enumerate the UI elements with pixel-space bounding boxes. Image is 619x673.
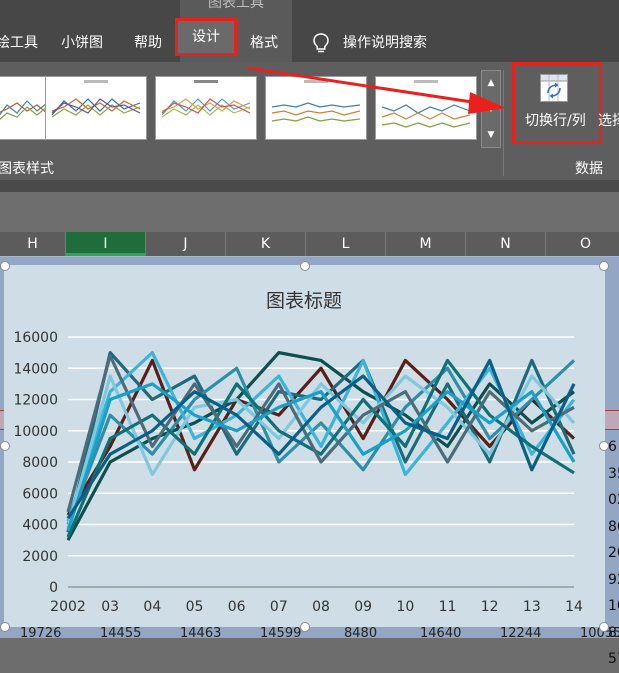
annotation-arrow — [247, 66, 506, 114]
y-tick-label: 0 — [49, 580, 58, 596]
x-tick-label: 04 — [143, 599, 161, 615]
column-header-m[interactable]: M — [386, 232, 466, 256]
chart-title[interactable]: 图表标题 — [266, 290, 342, 312]
y-tick-label: 16000 — [13, 330, 58, 346]
cell-value: 35 — [608, 465, 619, 482]
bottom-cell-value: 14599 — [260, 626, 302, 641]
sheet-top-area — [0, 192, 619, 232]
x-tick-label: 06 — [228, 599, 246, 615]
column-header-o[interactable]: O — [546, 232, 619, 256]
bottom-cell-value: 14463 — [180, 626, 222, 641]
column-header-row: H I J K L M N O — [0, 232, 619, 256]
x-tick-label: 09 — [354, 599, 372, 615]
formula-bar-area — [0, 180, 619, 192]
chart-canvas: 图表标题 2002 03 04 05 06 07 08 09 10 11 12 13 14 0 2000 4… — [13, 290, 583, 615]
cell-value: 92 — [608, 571, 619, 588]
column-header-h[interactable]: H — [0, 232, 66, 256]
chart-resize-handle[interactable] — [0, 441, 10, 451]
x-tick-label: 05 — [186, 599, 204, 615]
line-chart[interactable]: 图表标题 2002 03 04 05 06 07 08 09 10 11 12 13 14 0 2000 4… — [4, 265, 605, 627]
chart-resize-handle[interactable] — [599, 261, 609, 271]
chart-resize-handle[interactable] — [300, 622, 310, 632]
x-tick-label: 08 — [312, 599, 330, 615]
y-tick-label: 10000 — [13, 424, 58, 440]
y-tick-label: 6000 — [22, 486, 58, 502]
y-tick-label: 14000 — [13, 361, 58, 377]
chart-resize-handle[interactable] — [0, 622, 10, 632]
column-header-j[interactable]: J — [146, 232, 226, 256]
bottom-cell-value: 14640 — [420, 626, 462, 641]
chart-resize-handle[interactable] — [0, 261, 10, 271]
x-tick-label: 07 — [270, 599, 288, 615]
column-header-l[interactable]: L — [306, 232, 386, 256]
cell-value: 10 — [608, 598, 619, 614]
cell-value: 86 — [608, 518, 619, 535]
bottom-cell-value: 14455 — [100, 626, 142, 641]
chart-resize-handle[interactable] — [599, 441, 609, 451]
x-tick-label: 12 — [481, 599, 499, 615]
cell-value: 57 — [608, 651, 619, 667]
x-tick-label: 2002 — [50, 599, 86, 615]
column-header-k[interactable]: K — [226, 232, 306, 256]
cell-value: 6 — [608, 439, 617, 455]
chart-resize-handle[interactable] — [300, 261, 310, 271]
cell-value: 02 — [608, 492, 619, 508]
y-tick-label: 4000 — [22, 518, 58, 534]
x-tick-label: 03 — [101, 599, 119, 615]
bottom-cell-value: 19726 — [20, 626, 62, 641]
y-tick-label: 12000 — [13, 393, 58, 409]
y-tick-label: 8000 — [22, 455, 58, 471]
bottom-cell-value: 12244 — [500, 626, 542, 641]
column-header-i[interactable]: I — [66, 232, 146, 256]
y-tick-label: 2000 — [22, 549, 58, 565]
x-tick-label: 14 — [565, 599, 583, 615]
chart-resize-handle[interactable] — [599, 622, 609, 632]
grid-row-line — [0, 256, 619, 257]
bottom-cell-value: 8480 — [344, 626, 378, 641]
column-header-n[interactable]: N — [466, 232, 546, 256]
x-tick-label: 13 — [523, 599, 541, 615]
x-tick-label: 11 — [439, 599, 457, 615]
x-tick-label: 10 — [396, 599, 414, 615]
cell-value: 20 — [608, 545, 619, 561]
